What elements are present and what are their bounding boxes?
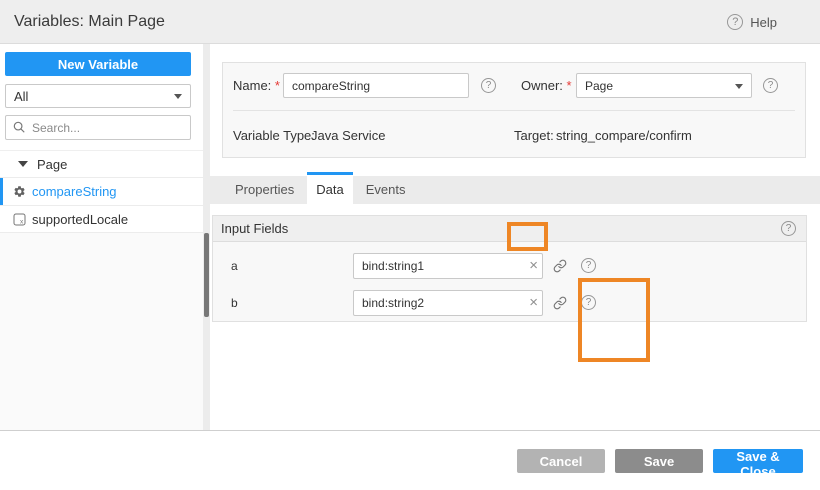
sidebar-empty-area xyxy=(0,233,203,430)
tree-group-page[interactable]: Page xyxy=(0,150,203,177)
cancel-button[interactable]: Cancel xyxy=(517,449,605,473)
save-and-close-button[interactable]: Save & Close xyxy=(713,449,803,473)
sidebar-controls: New Variable All xyxy=(0,44,203,150)
input-fields-title: Input Fields xyxy=(221,221,781,236)
help-label: Help xyxy=(750,15,777,30)
clear-icon[interactable]: × xyxy=(529,256,538,275)
variable-type-label: Variable Type: xyxy=(233,128,315,143)
required-marker: * xyxy=(567,78,572,93)
input-field-row-a: a × ? xyxy=(213,247,806,284)
variable-filter-select[interactable]: All xyxy=(5,84,191,108)
input-fields-section: Input Fields ? a × ? b xyxy=(212,215,807,322)
field-label: b xyxy=(213,296,353,310)
variable-box-icon: x xyxy=(13,213,26,226)
new-variable-button[interactable]: New Variable xyxy=(5,52,191,76)
variables-sidebar: New Variable All Page compareSt xyxy=(0,44,203,430)
name-help-icon[interactable]: ? xyxy=(481,78,496,93)
sidebar-scrollbar[interactable] xyxy=(203,44,210,430)
detail-tabs: Properties Data Events xyxy=(210,176,820,204)
search-icon xyxy=(12,120,26,134)
field-label: a xyxy=(213,259,353,273)
tree-item-supportedlocale[interactable]: x supportedLocale xyxy=(0,205,203,233)
chevron-down-icon xyxy=(735,84,743,89)
required-marker: * xyxy=(275,78,280,93)
gear-icon xyxy=(13,185,26,198)
field-b-bind-input[interactable] xyxy=(353,290,543,316)
dialog-header: Variables: Main Page ? Help xyxy=(0,0,820,44)
dialog-footer: Cancel Save Save & Close xyxy=(0,430,820,490)
field-a-bind-input[interactable] xyxy=(353,253,543,279)
save-button[interactable]: Save xyxy=(615,449,703,473)
clear-icon[interactable]: × xyxy=(529,293,538,312)
help-icon: ? xyxy=(727,14,743,30)
sidebar-scrollbar-thumb[interactable] xyxy=(204,233,209,317)
tab-events[interactable]: Events xyxy=(353,176,419,204)
input-fields-help-icon[interactable]: ? xyxy=(781,221,796,236)
name-field[interactable] xyxy=(283,73,469,98)
chevron-down-icon xyxy=(174,94,182,99)
variable-summary-panel: Name: * ? Owner: * Page ? Variable Type:… xyxy=(222,62,806,158)
variables-tree: Page compareString x supportedLocale xyxy=(0,150,203,233)
page-title: Variables: Main Page xyxy=(14,13,165,31)
variable-filter-value: All xyxy=(14,89,28,104)
bind-link-icon[interactable] xyxy=(553,259,567,273)
tree-item-label: supportedLocale xyxy=(32,212,128,227)
owner-value: Page xyxy=(585,79,613,93)
target-label: Target: xyxy=(514,128,554,143)
name-label: Name: * xyxy=(233,78,280,93)
variable-type-value: Java Service xyxy=(311,128,385,143)
input-field-row-b: b × ? xyxy=(213,284,806,321)
search-input[interactable] xyxy=(5,115,191,140)
panel-divider xyxy=(233,110,795,111)
field-help-icon[interactable]: ? xyxy=(581,258,596,273)
tree-item-comparestring[interactable]: compareString xyxy=(0,177,203,205)
owner-label: Owner: * xyxy=(521,78,572,93)
tree-item-label: compareString xyxy=(32,184,117,199)
owner-select[interactable]: Page xyxy=(576,73,752,98)
target-value: string_compare/confirm xyxy=(556,128,692,143)
input-fields-header: Input Fields ? xyxy=(213,216,806,242)
help-button[interactable]: ? Help xyxy=(727,0,777,44)
owner-help-icon[interactable]: ? xyxy=(763,78,778,93)
tree-group-label: Page xyxy=(37,157,67,172)
tab-data[interactable]: Data xyxy=(307,172,352,204)
tree-expander-icon[interactable] xyxy=(18,161,28,167)
variable-detail-pane: Name: * ? Owner: * Page ? Variable Type:… xyxy=(210,44,820,430)
variables-dialog: Variables: Main Page ? Help New Variable… xyxy=(0,0,820,490)
tab-properties[interactable]: Properties xyxy=(222,176,307,204)
field-help-icon[interactable]: ? xyxy=(581,295,596,310)
bind-link-icon[interactable] xyxy=(553,296,567,310)
